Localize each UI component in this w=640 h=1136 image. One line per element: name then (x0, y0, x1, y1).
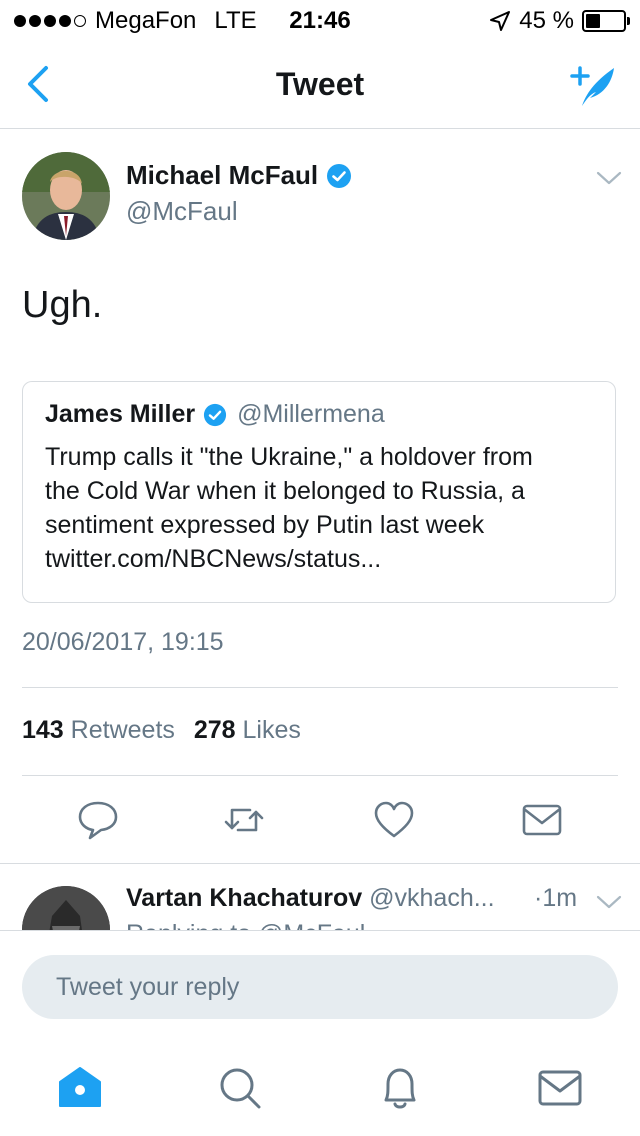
likes-stat[interactable]: 278 Likes (194, 716, 301, 744)
reply-author-avatar[interactable] (22, 886, 110, 930)
replying-to-label: Replying to @McFaul (126, 920, 365, 930)
quoted-link: twitter.com/NBCNews/status... (45, 545, 382, 573)
retweets-stat[interactable]: 143 Retweets (22, 716, 175, 744)
reply-author-name[interactable]: Vartan Khachaturov (126, 884, 362, 912)
retweet-icon[interactable] (222, 798, 266, 842)
tweet-text: Ugh. (22, 284, 103, 326)
like-icon[interactable] (372, 798, 416, 842)
author-avatar[interactable] (22, 152, 110, 240)
search-icon[interactable] (216, 1064, 264, 1112)
quoted-author-name: James Miller (45, 400, 196, 428)
tweet-stats: 143 Retweets 278 Likes (22, 716, 301, 745)
chevron-down-icon[interactable] (596, 168, 622, 188)
divider (22, 687, 618, 688)
navigation-bar: Tweet (0, 40, 640, 129)
tweet-timestamp: 20/06/2017, 19:15 (22, 628, 224, 656)
quoted-text-line: Trump calls it "the Ukraine," a holdover… (45, 443, 533, 471)
author-handle[interactable]: @McFaul (126, 196, 238, 227)
quoted-text-line: the Cold War when it belonged to Russia,… (45, 477, 525, 505)
retweets-count: 143 (22, 716, 64, 744)
divider (0, 930, 640, 931)
battery-icon (582, 10, 630, 32)
retweets-label: Retweets (70, 716, 175, 744)
quoted-tweet[interactable]: James Miller @Millermena Trump calls it … (22, 381, 616, 603)
battery-percent: 45 % (519, 7, 574, 34)
reply-input[interactable]: Tweet your reply (22, 955, 618, 1019)
location-arrow-icon (490, 11, 511, 31)
reply-icon[interactable] (76, 798, 120, 842)
direct-message-icon[interactable] (520, 798, 564, 842)
quoted-text-line: sentiment expressed by Putin last week (45, 511, 485, 539)
chevron-down-icon[interactable] (596, 892, 622, 912)
reply-input-placeholder: Tweet your reply (56, 972, 240, 1001)
home-icon[interactable] (56, 1064, 104, 1112)
quoted-tweet-text: Trump calls it "the Ukraine," a holdover… (45, 440, 605, 576)
page-title: Tweet (275, 66, 365, 102)
quoted-author-handle: @Millermena (237, 400, 385, 428)
divider (22, 775, 618, 776)
status-bar: MegaFon LTE 21:46 45 % (0, 0, 640, 40)
reply-preview[interactable]: Vartan Khachaturov @vkhach... ·1m Replyi… (0, 864, 640, 930)
notifications-icon[interactable] (376, 1064, 424, 1112)
verified-badge-icon (204, 403, 227, 426)
reply-time: ·1m (534, 884, 578, 912)
author-name[interactable]: Michael McFaul (126, 160, 318, 191)
avatar-photo (22, 152, 110, 240)
avatar-photo (22, 886, 110, 930)
reply-author-handle[interactable]: @vkhach... (369, 884, 494, 912)
likes-label: Likes (242, 716, 301, 744)
likes-count: 278 (193, 716, 236, 744)
verified-badge-icon (327, 163, 352, 188)
messages-icon[interactable] (536, 1064, 584, 1112)
compose-tweet-icon[interactable] (568, 60, 618, 110)
